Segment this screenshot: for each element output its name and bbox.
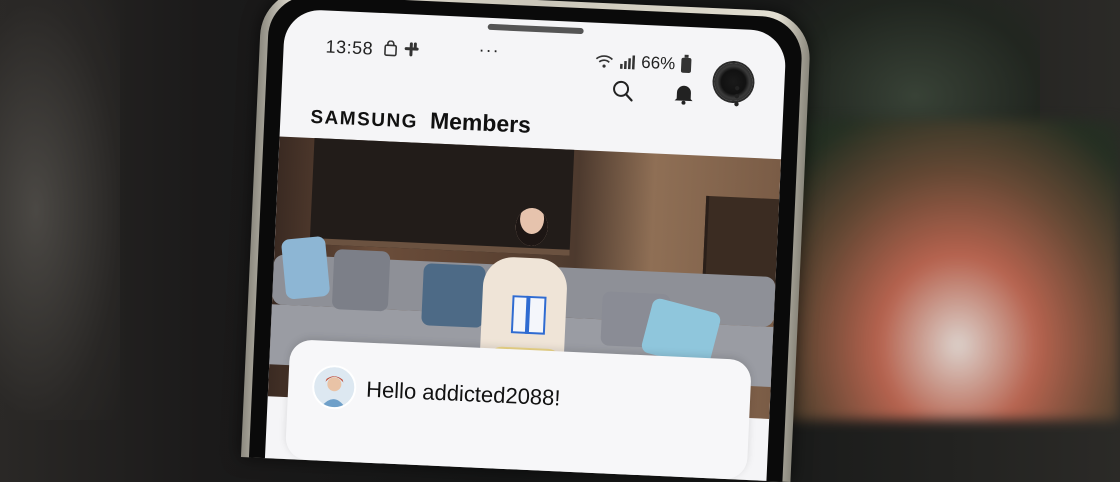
banner-gift-box [510,295,547,335]
more-vert-icon[interactable] [733,85,740,107]
avatar-illustration [314,367,355,408]
status-time: 13:58 [325,36,374,59]
signal-icon [619,55,636,70]
banner-cushion [280,235,331,300]
phone-bezel: 13:58 ··· 66% SAMSUNG Members Hello addi… [248,0,804,482]
battery-icon [680,57,692,73]
brand-samsung: SAMSUNG [309,106,419,133]
banner-cushion [421,263,486,328]
phone-screen: 13:58 ··· 66% SAMSUNG Members Hello addi… [264,8,787,481]
app-logo: SAMSUNG Members [310,102,532,139]
avatar[interactable] [311,364,358,411]
status-right-group: 66% [595,51,692,75]
slack-icon [404,42,419,57]
overflow-notification-dots: ··· [478,39,501,61]
background-blur-left [0,0,120,420]
battery-percent: 66% [640,52,676,74]
search-icon[interactable] [611,80,634,103]
greeting-text: Hello addicted2088! [365,376,562,411]
status-bar: 13:58 ··· 66% [283,9,787,102]
wifi-icon [595,55,613,68]
banner-cushion [331,249,391,312]
bell-icon[interactable] [673,82,694,105]
shopping-bag-icon [384,40,398,57]
background-blur-right [760,120,1120,420]
brand-members: Members [429,107,532,138]
notification-icons [383,40,420,58]
phone-device: 13:58 ··· 66% SAMSUNG Members Hello addi… [240,0,812,482]
welcome-card[interactable]: Hello addicted2088! [284,339,752,480]
